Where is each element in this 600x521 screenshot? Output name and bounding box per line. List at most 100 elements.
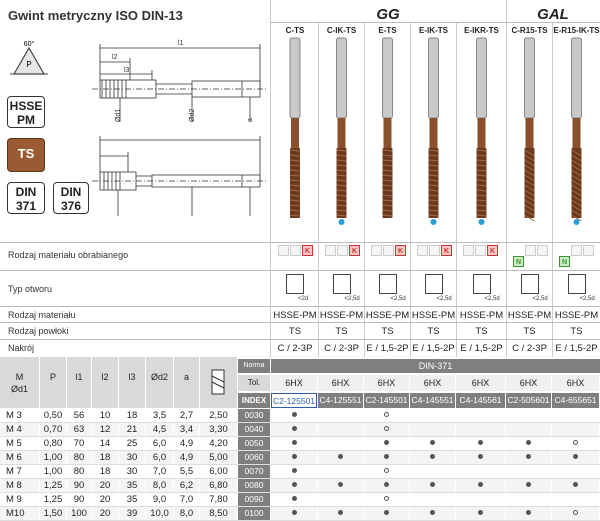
hole-depth-label: <2d bbox=[298, 296, 309, 302]
material-group-empty bbox=[463, 245, 474, 256]
group-gg: GG bbox=[376, 6, 400, 23]
availability-cell bbox=[506, 451, 551, 464]
hole-depth-label: <2,5d bbox=[436, 296, 452, 302]
row-l2: 20 bbox=[92, 479, 118, 492]
row-drill: 8,50 bbox=[200, 507, 237, 520]
index-value: C4-125551 bbox=[318, 393, 363, 408]
index-value: C4-145561 bbox=[456, 393, 505, 408]
row-l3: 35 bbox=[119, 493, 145, 506]
row-drill: 4,20 bbox=[200, 437, 237, 450]
label-tool-material: Rodzaj materiału bbox=[8, 310, 76, 320]
angle-label: 60° bbox=[24, 40, 35, 48]
row-a: 5,5 bbox=[174, 465, 199, 478]
material-group-empty bbox=[278, 245, 289, 256]
column-coating: TS bbox=[570, 326, 583, 337]
l3-label: l3 bbox=[124, 67, 130, 74]
row-p: 1,25 bbox=[40, 493, 66, 506]
on-request-circle-icon bbox=[573, 510, 578, 515]
material-group-badge: K bbox=[395, 245, 406, 256]
column-coating: TS bbox=[381, 326, 394, 337]
hole-type-icon bbox=[286, 274, 304, 294]
column-lead: E / 1,5-2P bbox=[412, 343, 455, 354]
material-group-badge: N bbox=[559, 256, 570, 267]
material-badge: HSSE PM bbox=[7, 96, 45, 128]
row-a: 3,4 bbox=[174, 423, 199, 436]
available-dot-icon bbox=[338, 454, 343, 459]
row-code: 0070 bbox=[238, 465, 270, 478]
row-l2: 14 bbox=[92, 437, 118, 450]
row-l2: 20 bbox=[92, 493, 118, 506]
available-dot-icon bbox=[291, 510, 297, 515]
column-code: C-IK-TS bbox=[326, 26, 357, 35]
row-l2: 12 bbox=[92, 423, 118, 436]
availability-cell bbox=[552, 423, 599, 436]
column-code: E-IKR-TS bbox=[464, 26, 499, 35]
availability-cell bbox=[456, 465, 505, 478]
availability-cell bbox=[271, 409, 317, 422]
available-dot-icon bbox=[430, 440, 435, 445]
row-d2: 9,0 bbox=[146, 493, 173, 506]
available-dot-icon bbox=[291, 426, 297, 431]
available-dot-icon bbox=[338, 482, 343, 487]
hole-type-icon bbox=[424, 274, 443, 294]
availability-cell bbox=[456, 423, 505, 436]
available-dot-icon bbox=[478, 440, 483, 445]
index-value: C2-125501 bbox=[271, 393, 317, 408]
tap-tool-image bbox=[289, 37, 301, 218]
available-dot-icon bbox=[291, 482, 297, 487]
thread-profile-icon: 60° P bbox=[10, 40, 48, 75]
hole-depth-label: <2,5d bbox=[579, 296, 595, 302]
column-lead: C / 2-3P bbox=[324, 343, 359, 354]
material-group-empty bbox=[417, 245, 428, 256]
hole-type-icon bbox=[472, 274, 491, 294]
available-dot-icon bbox=[384, 440, 389, 445]
material-group-badge: N bbox=[513, 256, 524, 267]
row-code: 0040 bbox=[238, 423, 270, 436]
table-header: Ød2 bbox=[146, 357, 173, 408]
row-m: M 4 bbox=[0, 423, 39, 436]
column-lead: E / 1,5-2P bbox=[555, 343, 598, 354]
column-code: E-TS bbox=[378, 26, 397, 35]
tolerance-value: 6HX bbox=[364, 375, 409, 391]
availability-cell bbox=[552, 451, 599, 464]
row-l1: 80 bbox=[67, 465, 91, 478]
availability-cell bbox=[410, 465, 455, 478]
column-lead: E / 1,5-2P bbox=[460, 343, 503, 354]
row-d2: 6,0 bbox=[146, 451, 173, 464]
row-p: 1,00 bbox=[40, 465, 66, 478]
availability-cell bbox=[456, 409, 505, 422]
material-group-empty bbox=[290, 245, 301, 256]
row-p: 0,70 bbox=[40, 423, 66, 436]
availability-cell bbox=[318, 437, 363, 450]
index-value: C2-505601 bbox=[506, 393, 551, 408]
row-drill: 6,80 bbox=[200, 479, 237, 492]
column-coating: TS bbox=[427, 326, 440, 337]
row-l2: 20 bbox=[92, 507, 118, 520]
availability-cell bbox=[552, 409, 599, 422]
available-dot-icon bbox=[478, 510, 483, 515]
available-dot-icon bbox=[430, 510, 435, 515]
row-drill: 2,50 bbox=[200, 409, 237, 422]
availability-cell bbox=[410, 423, 455, 436]
tool-images bbox=[289, 37, 582, 225]
row-d2: 10,0 bbox=[146, 507, 173, 520]
availability-cell bbox=[318, 507, 363, 520]
row-l3: 30 bbox=[119, 451, 145, 464]
d1-label: Ød1 bbox=[115, 109, 122, 122]
column-coating: TS bbox=[288, 326, 302, 337]
row-d2: 6,0 bbox=[146, 437, 173, 450]
availability-cell bbox=[506, 507, 551, 520]
row-code: 0050 bbox=[238, 437, 270, 450]
availability-cell bbox=[364, 479, 409, 492]
row-a: 4,9 bbox=[174, 437, 199, 450]
material-group-empty bbox=[383, 245, 394, 256]
row-p: 1,25 bbox=[40, 479, 66, 492]
available-dot-icon bbox=[291, 440, 297, 445]
row-a: 2,7 bbox=[174, 409, 199, 422]
column-coating: TS bbox=[335, 326, 348, 337]
row-code: 0100 bbox=[238, 507, 270, 520]
norma-value: DIN-371 bbox=[271, 359, 600, 373]
availability-cell bbox=[318, 465, 363, 478]
availability-cell bbox=[364, 437, 409, 450]
availability-cell bbox=[271, 507, 317, 520]
